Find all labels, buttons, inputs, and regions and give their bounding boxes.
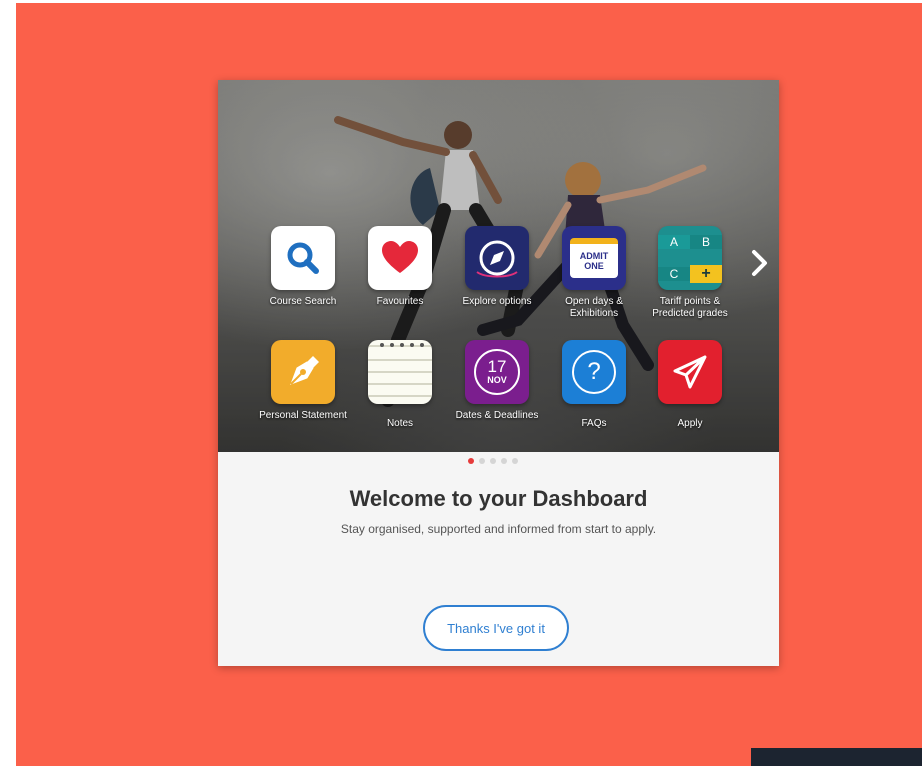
welcome-title: Welcome to your Dashboard [349, 486, 648, 511]
hero-photo: Course Search Favourites Explore options [218, 80, 779, 452]
pen-nib-icon [271, 340, 335, 404]
tile-label: Personal Statement [259, 410, 347, 421]
tile-course-search[interactable]: Course Search [253, 226, 353, 308]
tile-label: Favourites [376, 296, 424, 307]
ticket: ADMIT ONE [570, 238, 618, 278]
grade-c: C [658, 267, 690, 281]
grades-grid-icon: A B C + [658, 226, 722, 290]
calendar-icon: 17 NOV [465, 340, 529, 404]
tile-label: Tariff points & Predicted grades [652, 296, 728, 319]
chevron-right-icon[interactable] [748, 248, 772, 278]
tile-label: Course Search [269, 296, 337, 307]
search-icon [271, 226, 335, 290]
tile-dates-deadlines[interactable]: 17 NOV Dates & Deadlines [447, 340, 547, 422]
tile-label: Dates & Deadlines [455, 410, 539, 421]
calendar-ring: 17 NOV [474, 349, 520, 395]
ticket-text-1: ADMIT [579, 251, 609, 261]
ticket-text-2: ONE [584, 261, 604, 271]
tile-open-days[interactable]: ADMIT ONE Open days & Exhibitions [544, 226, 644, 320]
pagination-dot[interactable] [490, 458, 496, 464]
pagination-dots [468, 458, 518, 464]
welcome-subtitle: Stay organised, supported and informed f… [340, 522, 657, 536]
paper-plane-icon [658, 340, 722, 404]
question-circle: ? [572, 350, 616, 394]
tile-label: Open days & Exhibitions [565, 296, 623, 319]
corner-panel [751, 748, 922, 766]
dashboard-welcome-card: Course Search Favourites Explore options [218, 80, 779, 666]
notepad-icon [368, 340, 432, 404]
pagination-dot[interactable] [468, 458, 474, 464]
calendar-month: NOV [487, 375, 507, 385]
grade-b: B [690, 235, 722, 249]
question-mark-icon: ? [562, 340, 626, 404]
pagination-dot[interactable] [512, 458, 518, 464]
tile-explore-options[interactable]: Explore options [447, 226, 547, 308]
thanks-got-it-button[interactable]: Thanks I've got it [423, 605, 569, 651]
calendar-day: 17 [487, 357, 507, 376]
admit-one-ticket-icon: ADMIT ONE [562, 226, 626, 290]
heart-icon [368, 226, 432, 290]
tile-faqs[interactable]: ? FAQs [544, 340, 644, 430]
tile-label: Explore options [462, 296, 532, 307]
tile-label: FAQs [581, 418, 607, 429]
tile-label: Notes [386, 418, 414, 429]
tile-tariff-points[interactable]: A B C + Tariff points & Predicted grades [640, 226, 740, 320]
grade-a: A [658, 235, 690, 249]
compass-icon [465, 226, 529, 290]
tile-notes[interactable]: Notes [350, 340, 450, 430]
plus-icon: + [690, 265, 722, 283]
tile-label: Apply [677, 418, 703, 429]
tile-favourites[interactable]: Favourites [350, 226, 450, 308]
pagination-dot[interactable] [501, 458, 507, 464]
pagination-dot[interactable] [479, 458, 485, 464]
tile-personal-statement[interactable]: Personal Statement [253, 340, 353, 422]
tile-apply[interactable]: Apply [640, 340, 740, 430]
